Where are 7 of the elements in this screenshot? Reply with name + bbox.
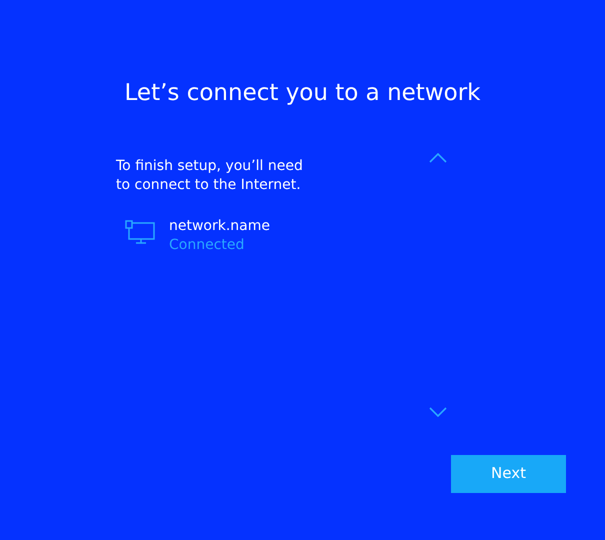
scroll-down-icon[interactable] <box>429 406 447 416</box>
scroll-up-icon[interactable] <box>429 152 447 162</box>
network-name[interactable]: network.name <box>169 216 270 236</box>
network-status: Connected <box>169 236 246 254</box>
description: To finish setup, you’ll need to connect to the Internet. <box>116 156 304 194</box>
monitor-icon <box>125 220 155 246</box>
page-title: Let’s connect you to a network <box>124 79 480 108</box>
